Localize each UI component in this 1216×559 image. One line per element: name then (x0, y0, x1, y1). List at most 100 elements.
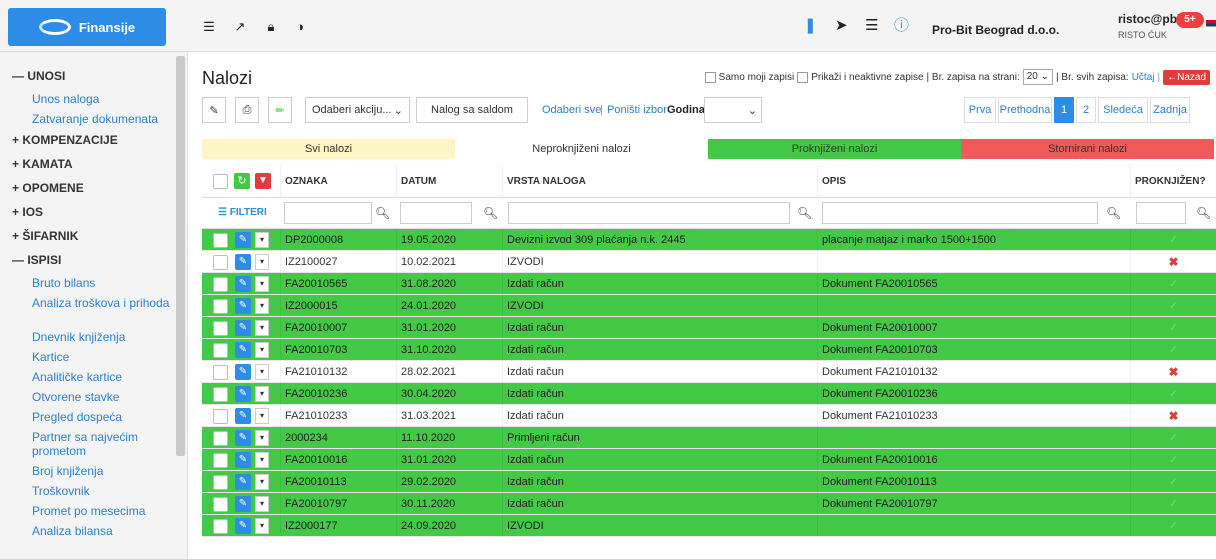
sidebar-item[interactable]: Bruto bilans (0, 274, 187, 294)
sidebar-item[interactable]: Otvorene stavke (0, 388, 187, 408)
company-name[interactable]: Pro-Bit Beograd d.o.o. (932, 23, 1059, 37)
pager-first[interactable]: Prva (964, 97, 996, 123)
sidebar-item[interactable]: Zatvaranje dokumenata (0, 110, 187, 130)
lock-icon[interactable]: 🔒︎ (263, 19, 279, 35)
col-header-opis[interactable]: OPIS (817, 165, 1130, 197)
search-icon[interactable]: 🔍︎ (797, 206, 812, 220)
pager-last[interactable]: Zadnja (1150, 97, 1190, 123)
pager-page-2[interactable]: 2 (1076, 97, 1096, 123)
sidebar-item[interactable]: Promet po mesecima (0, 502, 187, 522)
sidebar-section[interactable]: + ŠIFARNIK (0, 226, 187, 250)
filter-opis-input[interactable] (822, 202, 1098, 224)
table-row[interactable]: ✎ ▾ FA20010236 30.04.2020 Izdati račun D… (202, 383, 1216, 405)
row-menu-chevron-icon[interactable]: ▾ (255, 276, 269, 292)
row-menu-chevron-icon[interactable]: ▾ (255, 298, 269, 314)
load-total-link[interactable]: Učtaj (1132, 72, 1155, 83)
table-row[interactable]: ✎ ▾ FA20010113 29.02.2020 Izdati račun D… (202, 471, 1216, 493)
edit-icon[interactable]: ✎ (235, 518, 251, 534)
row-checkbox[interactable] (213, 321, 228, 336)
table-row[interactable]: ✎ ▾ FA20010703 31.10.2020 Izdati račun D… (202, 339, 1216, 361)
edit-icon[interactable]: ✎ (235, 430, 251, 446)
row-menu-chevron-icon[interactable]: ▾ (255, 496, 269, 512)
row-checkbox[interactable] (213, 519, 228, 534)
contrast-icon[interactable]: ◑ (292, 19, 308, 35)
search-icon[interactable]: 🔍︎ (1196, 206, 1211, 220)
info-icon[interactable]: ⓘ (894, 18, 909, 34)
row-checkbox[interactable] (213, 409, 228, 424)
sidebar-item[interactable]: Kartice (0, 348, 187, 368)
status-tab[interactable]: Proknjiženi nalozi (708, 139, 961, 159)
sidebar-section[interactable]: + KAMATA (0, 154, 187, 178)
row-checkbox[interactable] (213, 255, 228, 270)
sidebar-item[interactable]: Broj knjiženja (0, 462, 187, 482)
filter-clear-icon[interactable]: ▼ (255, 173, 271, 189)
select-all-link[interactable]: Odaberi sve (542, 104, 601, 116)
row-checkbox[interactable] (213, 453, 228, 468)
edit-icon[interactable]: ✎ (235, 232, 251, 248)
select-all-checkbox[interactable] (213, 174, 228, 189)
filter-datum-input[interactable] (400, 202, 472, 224)
row-menu-chevron-icon[interactable]: ▾ (255, 232, 269, 248)
status-tab[interactable]: Svi nalozi (202, 139, 455, 159)
sidebar-item[interactable]: Unos naloga (0, 90, 187, 110)
nalog-saldo-button[interactable]: Nalog sa saldom (416, 97, 528, 123)
edit-icon[interactable]: ✎ (235, 474, 251, 490)
edit-green-icon[interactable]: ✏ (268, 97, 292, 123)
bookmark-icon[interactable]: ❚ (804, 18, 817, 34)
filters-button[interactable]: ☰ FILTERI (218, 207, 267, 218)
filter-proknjizen-input[interactable] (1136, 202, 1186, 224)
table-row[interactable]: ✎ ▾ FA21010132 28.02.2021 Izdati račun D… (202, 361, 1216, 383)
sidebar-item[interactable]: Troškovnik (0, 482, 187, 502)
status-tab[interactable]: Stornirani nalozi (961, 139, 1214, 159)
sidebar-item[interactable]: Dnevnik knjiženja (0, 328, 187, 348)
refresh-icon[interactable]: ↻ (234, 173, 250, 189)
table-row[interactable]: ✎ ▾ 2000234 11.10.2020 Primljeni račun ✓ (202, 427, 1216, 449)
row-menu-chevron-icon[interactable]: ▾ (255, 430, 269, 446)
row-checkbox[interactable] (213, 299, 228, 314)
year-select[interactable]: ⌄ (704, 97, 762, 123)
row-checkbox[interactable] (213, 343, 228, 358)
col-header-oznaka[interactable]: OZNAKA (280, 165, 396, 197)
clear-selection-link[interactable]: Poništi izbor (607, 104, 667, 116)
row-checkbox[interactable] (213, 475, 228, 490)
external-link-icon[interactable]: ↗ (232, 19, 248, 35)
pager-next[interactable]: Sledeća (1098, 97, 1148, 123)
sidebar-section[interactable]: — UNOSI (0, 66, 187, 90)
sidebar-item[interactable]: Analitičke kartice (0, 368, 187, 388)
flag-icon[interactable] (1206, 20, 1216, 30)
send-icon[interactable]: ➤ (835, 18, 848, 34)
wrench-icon[interactable]: ✎ (202, 97, 226, 123)
filter-vrsta-input[interactable] (508, 202, 790, 224)
row-menu-chevron-icon[interactable]: ▾ (255, 408, 269, 424)
row-menu-chevron-icon[interactable]: ▾ (255, 474, 269, 490)
table-row[interactable]: ✎ ▾ FA20010007 31.01.2020 Izdati račun D… (202, 317, 1216, 339)
row-menu-chevron-icon[interactable]: ▾ (255, 386, 269, 402)
print-icon[interactable]: ⎙ (235, 97, 259, 123)
search-icon[interactable]: 🔍︎ (483, 206, 498, 220)
edit-icon[interactable]: ✎ (235, 276, 251, 292)
menu-toggle-icon[interactable]: ☰ (201, 19, 217, 35)
sidebar-section[interactable]: — ISPISI (0, 250, 187, 274)
sidebar-item[interactable]: Analiza bilansa (0, 522, 187, 542)
edit-icon[interactable]: ✎ (235, 452, 251, 468)
edit-icon[interactable]: ✎ (235, 408, 251, 424)
per-page-select[interactable]: 20 ⌄ (1022, 69, 1054, 85)
list-icon[interactable]: ☰ (865, 18, 878, 34)
back-button[interactable]: ←Nazad (1163, 69, 1210, 85)
edit-icon[interactable]: ✎ (235, 320, 251, 336)
table-row[interactable]: ✎ ▾ IZ2100027 10.02.2021 IZVODI ✖ (202, 251, 1216, 273)
table-row[interactable]: ✎ ▾ FA20010797 30.11.2020 Izdati račun D… (202, 493, 1216, 515)
edit-icon[interactable]: ✎ (235, 364, 251, 380)
row-menu-chevron-icon[interactable]: ▾ (255, 342, 269, 358)
table-row[interactable]: ✎ ▾ IZ2000177 24.09.2020 IZVODI ✓ (202, 515, 1216, 537)
pager-page-1[interactable]: 1 (1054, 97, 1074, 123)
table-row[interactable]: ✎ ▾ FA21010233 31.03.2021 Izdati račun D… (202, 405, 1216, 427)
table-row[interactable]: ✎ ▾ IZ2000015 24.01.2020 IZVODI ✓ (202, 295, 1216, 317)
edit-icon[interactable]: ✎ (235, 386, 251, 402)
pager-prev[interactable]: Prethodna (998, 97, 1052, 123)
search-icon[interactable]: 🔍︎ (375, 206, 390, 220)
status-tab[interactable]: Neproknjiženi nalozi (455, 139, 708, 159)
table-row[interactable]: ✎ ▾ DP2000008 19.05.2020 Devizni izvod 3… (202, 229, 1216, 251)
sidebar-item[interactable]: Pregled dospeća (0, 408, 187, 428)
table-row[interactable]: ✎ ▾ FA20010565 31.08.2020 Izdati račun D… (202, 273, 1216, 295)
